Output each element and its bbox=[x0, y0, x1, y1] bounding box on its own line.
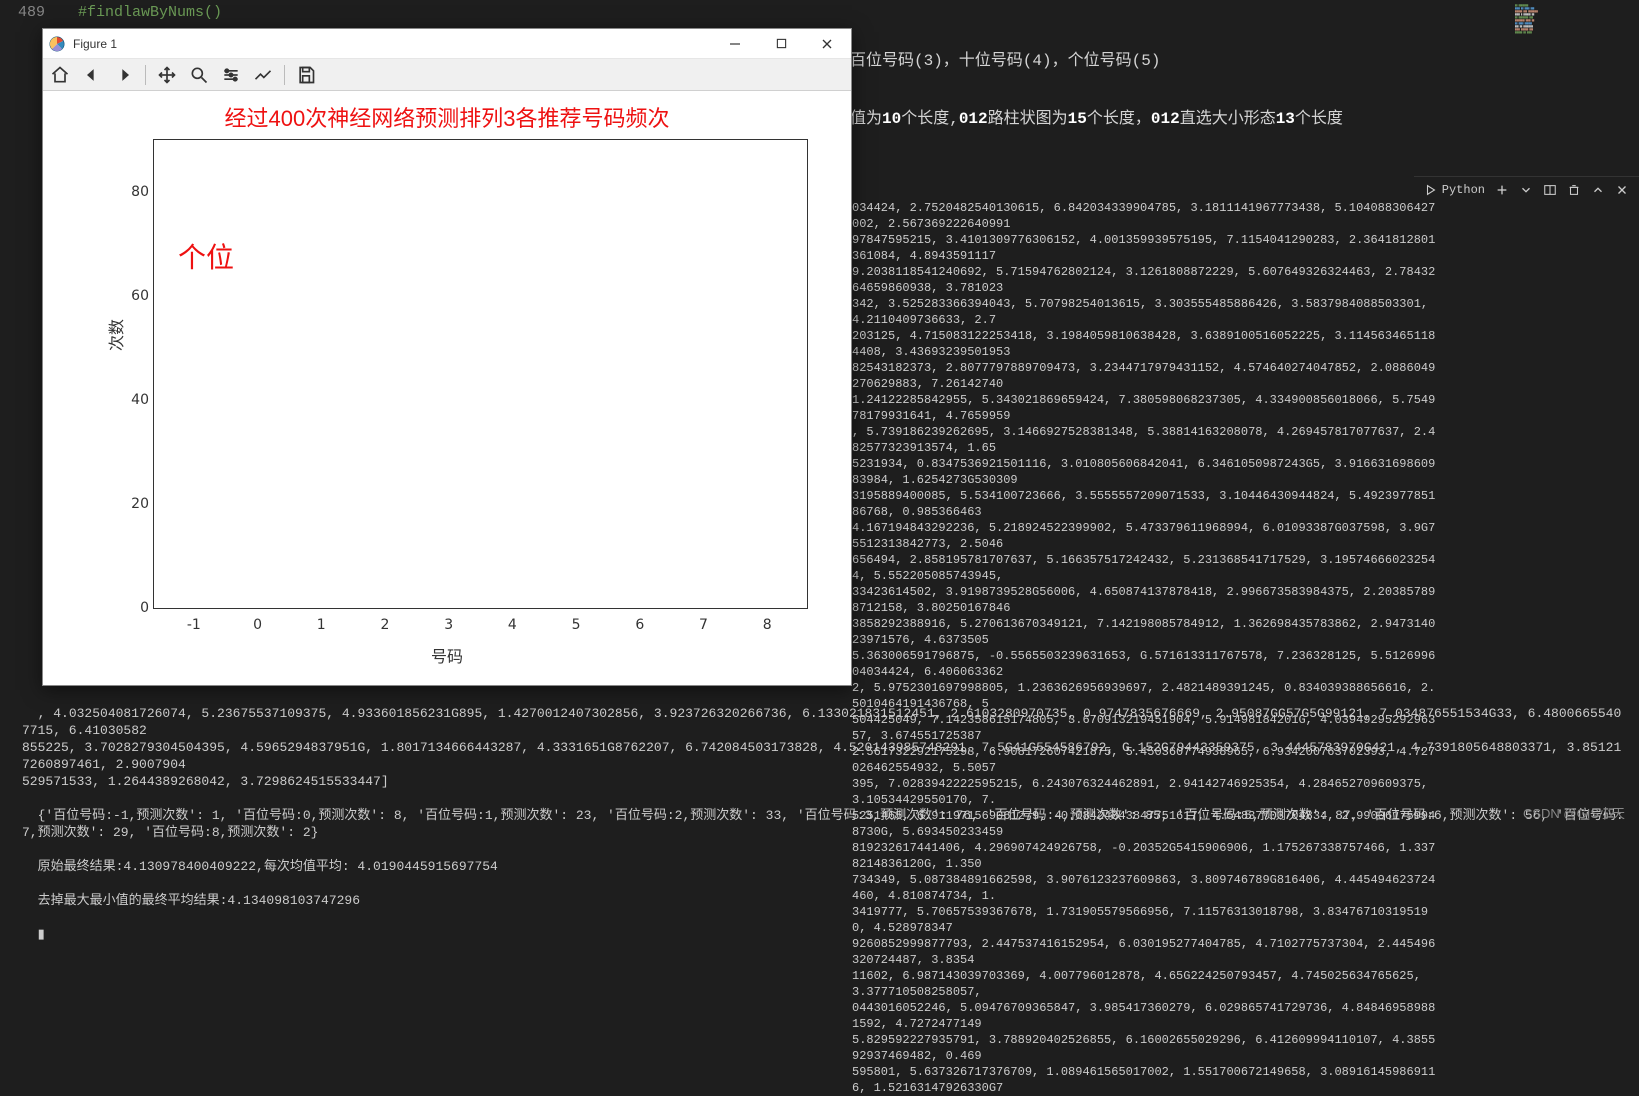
zoom-icon bbox=[189, 65, 209, 85]
customize-button[interactable] bbox=[252, 64, 274, 86]
mpl-logo-icon bbox=[49, 36, 65, 52]
x-tick: 2 bbox=[353, 617, 417, 633]
split-icon bbox=[1543, 183, 1557, 197]
close-icon bbox=[1615, 183, 1629, 197]
subplots-button[interactable] bbox=[220, 64, 242, 86]
chevron-down-icon bbox=[1519, 183, 1533, 197]
back-icon bbox=[82, 65, 102, 85]
plot-title: 经过400次神经网络预测排列3各推荐号码频次 bbox=[63, 101, 831, 133]
watermark: CSDN @GIS小天 bbox=[1523, 803, 1625, 822]
home-button[interactable] bbox=[49, 64, 71, 86]
y-tick: 20 bbox=[119, 496, 149, 512]
mpl-toolbar bbox=[43, 59, 851, 91]
x-tick: 6 bbox=[608, 617, 672, 633]
terminal-dropdown-button[interactable] bbox=[1519, 183, 1533, 197]
terminal-split-button[interactable] bbox=[1543, 183, 1557, 197]
chevron-up-icon bbox=[1591, 183, 1605, 197]
y-tick: 0 bbox=[119, 600, 149, 616]
x-tick: 3 bbox=[417, 617, 481, 633]
save-icon bbox=[296, 65, 316, 85]
axes: 020406080 -1012345678 bbox=[153, 139, 808, 609]
minimap[interactable]: ██ ████████ ████ ██ ████ ███ ██████ ███ … bbox=[1509, 0, 1639, 165]
code-partial-line-2: 值为10个长度,012路柱状图为15个长度，012直选大小形态13个长度 bbox=[850, 108, 1439, 130]
save-button[interactable] bbox=[295, 64, 317, 86]
plus-icon bbox=[1495, 183, 1509, 197]
line-number: 489 bbox=[18, 4, 45, 21]
x-axis-label: 号码 bbox=[431, 643, 463, 667]
x-tick: 7 bbox=[672, 617, 736, 633]
code-comment: #findlawByNums() bbox=[78, 4, 222, 21]
x-tick: 0 bbox=[226, 617, 290, 633]
x-tick: 8 bbox=[735, 617, 799, 633]
terminal-kernel-button[interactable]: Python bbox=[1424, 183, 1485, 197]
subplots-icon bbox=[221, 65, 241, 85]
y-axis-label: 次数 bbox=[103, 319, 127, 351]
terminal-maximize-button[interactable] bbox=[1591, 183, 1605, 197]
y-tick: 40 bbox=[119, 392, 149, 408]
window-maximize-button[interactable] bbox=[767, 34, 795, 54]
window-minimize-button[interactable] bbox=[721, 34, 749, 54]
play-icon bbox=[1424, 183, 1438, 197]
window-close-button[interactable] bbox=[813, 34, 841, 54]
terminal-output-right: 034424, 2.7520482540130615, 6.8420343399… bbox=[852, 200, 1439, 1096]
plot-canvas: 经过400次神经网络预测排列3各推荐号码频次 020406080 -101234… bbox=[43, 91, 851, 685]
y-tick: 60 bbox=[119, 288, 149, 304]
forward-button[interactable] bbox=[113, 64, 135, 86]
forward-icon bbox=[114, 65, 134, 85]
close-icon bbox=[821, 38, 833, 50]
maximize-icon bbox=[776, 38, 787, 49]
x-tick: 4 bbox=[481, 617, 545, 633]
y-tick: 80 bbox=[119, 184, 149, 200]
figure-window: Figure 1 bbox=[42, 28, 852, 686]
x-tick: 1 bbox=[289, 617, 353, 633]
back-button[interactable] bbox=[81, 64, 103, 86]
zoom-button[interactable] bbox=[188, 64, 210, 86]
customize-icon bbox=[253, 65, 273, 85]
terminal-add-button[interactable] bbox=[1495, 183, 1509, 197]
terminal-header: Python bbox=[1414, 176, 1639, 202]
x-tick: 5 bbox=[544, 617, 608, 633]
annotation-text: 个位 bbox=[178, 236, 234, 276]
minimize-icon bbox=[729, 38, 741, 50]
home-icon bbox=[50, 65, 70, 85]
pan-button[interactable] bbox=[156, 64, 178, 86]
terminal-close-button[interactable] bbox=[1615, 183, 1629, 197]
terminal-output-bottom: , 4.032504081726074, 5.23675537109375, 4… bbox=[22, 688, 1629, 943]
x-tick: -1 bbox=[162, 617, 226, 633]
window-titlebar[interactable]: Figure 1 bbox=[43, 29, 851, 59]
window-title: Figure 1 bbox=[73, 37, 721, 51]
trash-icon bbox=[1567, 183, 1581, 197]
code-partial-line-1: 百位号码(3)，十位号码(4)，个位号码(5) bbox=[850, 50, 1439, 72]
terminal-trash-button[interactable] bbox=[1567, 183, 1581, 197]
pan-icon bbox=[157, 65, 177, 85]
